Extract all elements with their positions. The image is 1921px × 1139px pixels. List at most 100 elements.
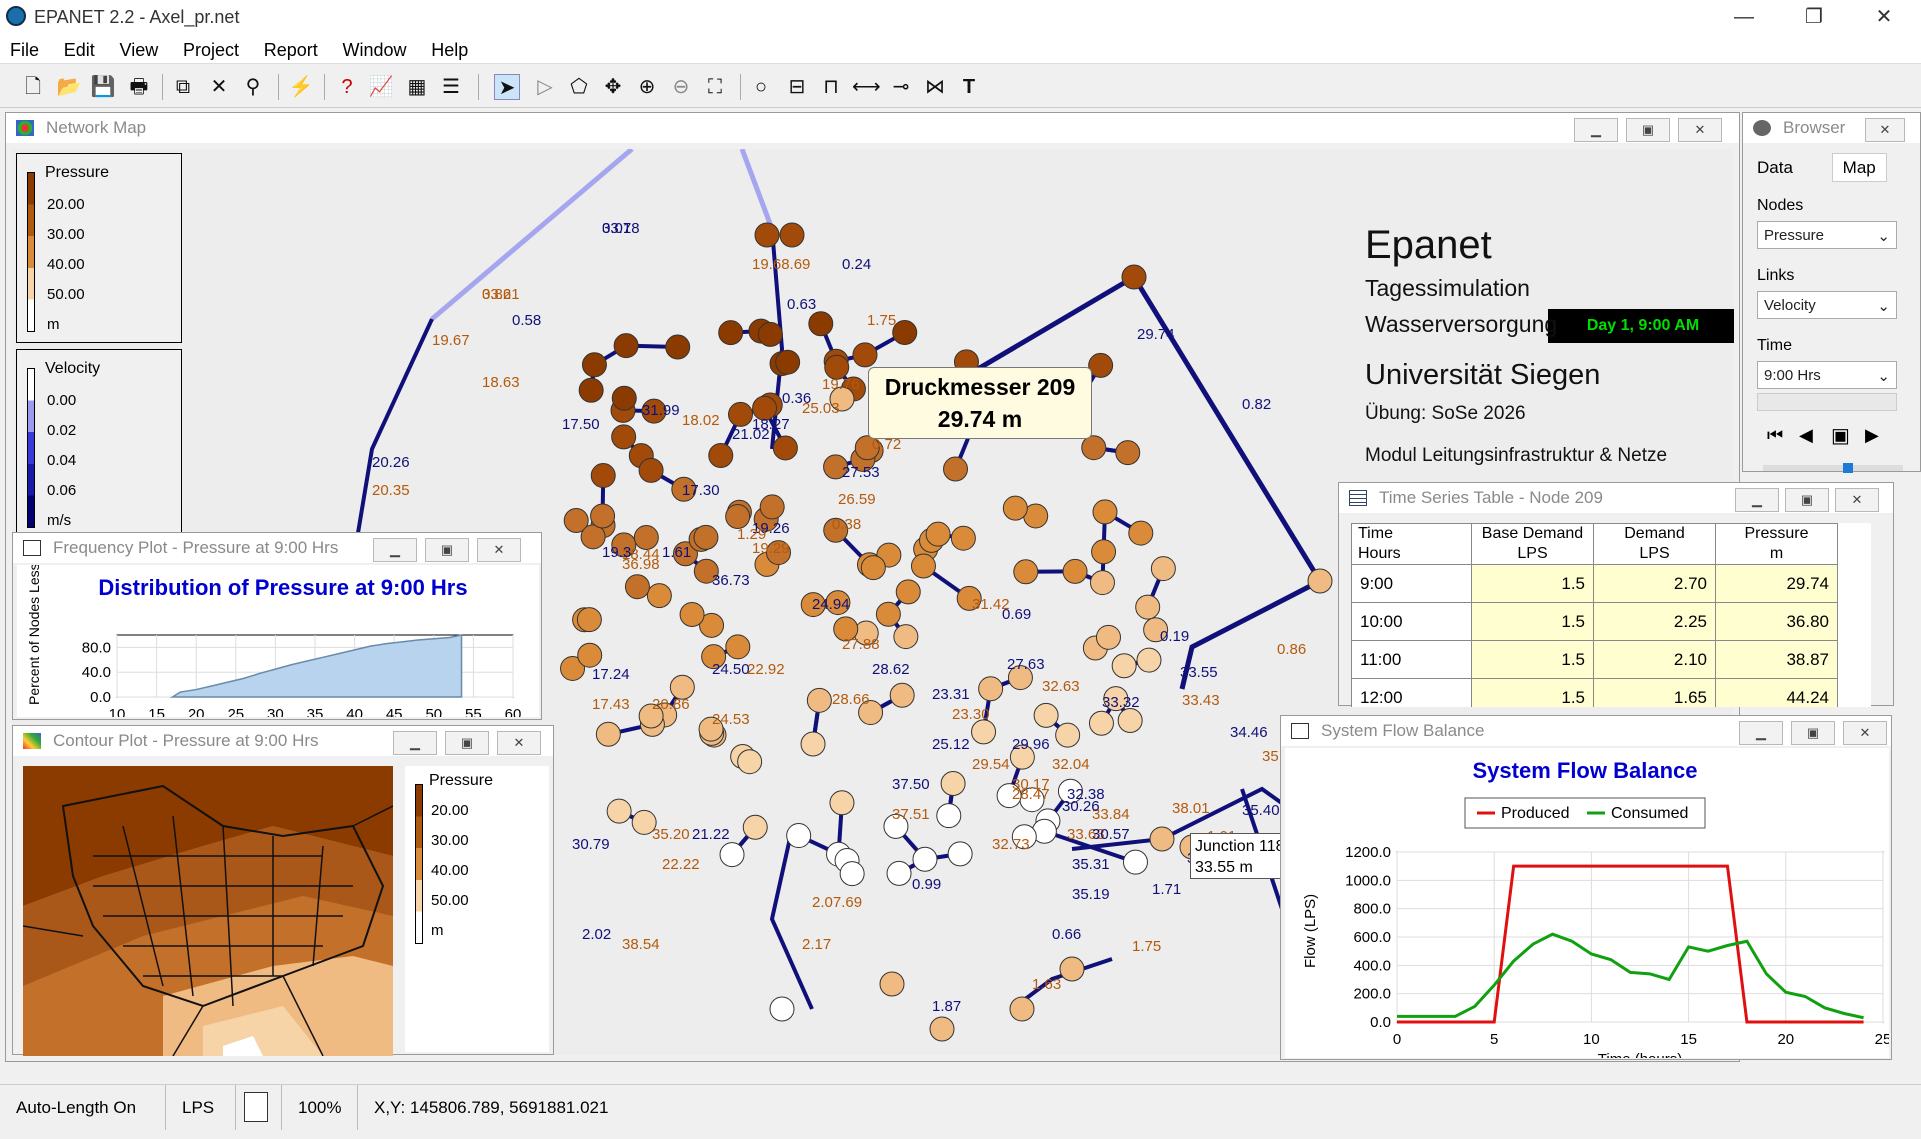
velocity-legend-value: 0.04 (47, 452, 76, 469)
link-label: 32.63 (1042, 678, 1080, 695)
link-label: 0.58 (512, 312, 541, 329)
add-tank-icon[interactable]: ⊓ (818, 74, 844, 100)
table-row[interactable]: 12:001.51.6544.24 (1352, 679, 1838, 708)
print-icon[interactable]: 🖶 (126, 74, 152, 100)
junction-node (893, 320, 917, 344)
animation-speed-slider[interactable] (1763, 465, 1903, 471)
close-button[interactable]: ✕ (1856, 0, 1912, 34)
netmap-minimize-button[interactable]: ▁ (1574, 118, 1618, 142)
zoom-out-icon[interactable]: ⊖ (668, 74, 694, 100)
menu-view[interactable]: View (110, 34, 169, 61)
junction-node (887, 861, 911, 885)
time-slider[interactable] (1757, 393, 1897, 411)
pressure-legend[interactable]: Pressure 20.00 30.00 40.00 50.00 m (16, 153, 182, 343)
zoom-in-icon[interactable]: ⊕ (634, 74, 660, 100)
link-label: 20.35 (372, 482, 410, 499)
ts-maximize-button[interactable]: ▣ (1785, 488, 1829, 512)
flow-balance-svg: System Flow BalanceProducedConsumed0.020… (1285, 748, 1889, 1058)
time-select[interactable]: 9:00 Hrs⌄ (1757, 361, 1897, 389)
select-region-icon[interactable]: ⬠ (566, 74, 592, 100)
netmap-maximize-button[interactable]: ▣ (1626, 118, 1670, 142)
copy-icon[interactable]: ⧉ (170, 74, 196, 100)
find-icon[interactable]: ⚲ (240, 74, 266, 100)
browser-icon (1753, 120, 1771, 136)
freq-minimize-button[interactable]: ▁ (373, 538, 417, 562)
add-junction-icon[interactable]: ○ (748, 74, 774, 100)
add-valve-icon[interactable]: ⋈ (922, 74, 948, 100)
table-row[interactable]: 11:001.52.1038.87 (1352, 641, 1838, 679)
menu-project[interactable]: Project (173, 34, 249, 61)
pan-icon[interactable]: ✥ (600, 74, 626, 100)
x-tick-label: 45 (386, 706, 403, 717)
save-icon[interactable]: 💾 (90, 74, 116, 100)
options-icon[interactable]: ☰ (438, 74, 464, 100)
table-cell: 1.5 (1472, 565, 1594, 603)
open-folder-icon[interactable]: 📂 (56, 74, 82, 100)
chart-title: Distribution of Pressure at 9:00 Hrs (98, 575, 467, 600)
sfb-close-button[interactable]: ✕ (1843, 721, 1887, 745)
link-label: 22.92 (747, 661, 785, 678)
browser-close-button[interactable]: ✕ (1865, 118, 1905, 142)
nodes-select[interactable]: Pressure⌄ (1757, 221, 1897, 249)
table-row[interactable]: 9:001.52.7029.74 (1352, 565, 1838, 603)
menu-edit[interactable]: Edit (54, 34, 105, 61)
step-back-icon[interactable]: ◀ (1799, 425, 1813, 446)
full-extent-icon[interactable]: ⛶ (702, 74, 728, 100)
pressure-legend-value: 50.00 (47, 286, 85, 303)
graph-icon[interactable]: 📈 (368, 74, 394, 100)
time-series-grid[interactable]: TimeHours Base DemandLPS DemandLPS Press… (1351, 523, 1871, 707)
select-vertex-icon[interactable]: ▷ (532, 74, 558, 100)
menu-file[interactable]: File (0, 34, 49, 61)
delete-icon[interactable]: ✕ (206, 74, 232, 100)
rewind-icon[interactable]: ⏮ (1767, 425, 1783, 446)
links-select[interactable]: Velocity⌄ (1757, 291, 1897, 319)
table-row[interactable]: 10:001.52.2536.80 (1352, 603, 1838, 641)
contour-legend-value: 40.00 (431, 862, 469, 879)
menu-help[interactable]: Help (421, 34, 478, 61)
link-label: 1.29 (737, 526, 766, 543)
add-pipe-icon[interactable]: ⟷ (852, 74, 878, 100)
pressure-legend-value: 30.00 (47, 226, 85, 243)
netmap-close-button[interactable]: ✕ (1678, 118, 1722, 142)
tab-map[interactable]: Map (1832, 153, 1887, 182)
status-bar: Auto-Length On LPS 100% X,Y: 145806.789,… (0, 1084, 1921, 1129)
run-icon[interactable]: ⚡ (288, 74, 314, 100)
link-label: 19.68.69 (752, 256, 810, 273)
sfb-maximize-button[interactable]: ▣ (1791, 721, 1835, 745)
contour-close-button[interactable]: ✕ (497, 731, 541, 755)
contour-minimize-button[interactable]: ▁ (393, 731, 437, 755)
add-reservoir-icon[interactable]: ⊟ (784, 74, 810, 100)
velocity-legend-colorbar (27, 368, 35, 528)
junction-node (1136, 595, 1160, 619)
link-label: 23.30 (952, 706, 990, 723)
junction-node (743, 815, 767, 839)
table-cell: 1.5 (1472, 641, 1594, 679)
query-icon[interactable]: ? (334, 74, 360, 100)
link-label: 0.24 (842, 256, 871, 273)
table-icon[interactable]: ▦ (404, 74, 430, 100)
junction-node (1112, 654, 1136, 678)
status-autolength[interactable]: Auto-Length On (0, 1085, 166, 1130)
junction-node (1093, 500, 1117, 524)
freq-close-button[interactable]: ✕ (477, 538, 521, 562)
select-object-icon[interactable]: ➤ (494, 74, 520, 100)
add-pump-icon[interactable]: ⊸ (888, 74, 914, 100)
sfb-minimize-button[interactable]: ▁ (1739, 721, 1783, 745)
menu-report[interactable]: Report (254, 34, 328, 61)
junction-node (694, 525, 718, 549)
menu-window[interactable]: Window (332, 34, 416, 61)
velocity-legend[interactable]: Velocity 0.00 0.02 0.04 0.06 m/s (16, 349, 182, 539)
junction-node (709, 443, 733, 467)
freq-maximize-button[interactable]: ▣ (425, 538, 469, 562)
ts-minimize-button[interactable]: ▁ (1735, 488, 1779, 512)
tab-data[interactable]: Data (1757, 158, 1793, 177)
ts-close-button[interactable]: ✕ (1835, 488, 1879, 512)
contour-maximize-button[interactable]: ▣ (445, 731, 489, 755)
restore-button[interactable]: ❐ (1786, 0, 1842, 34)
play-icon[interactable]: ▶ (1865, 425, 1879, 446)
x-tick-label: 50 (425, 706, 442, 717)
new-file-icon[interactable]: 🗋 (20, 74, 46, 100)
add-label-icon[interactable]: T (956, 74, 982, 100)
stop-icon[interactable]: ▣ (1831, 423, 1850, 448)
minimize-button[interactable]: — (1716, 0, 1772, 34)
